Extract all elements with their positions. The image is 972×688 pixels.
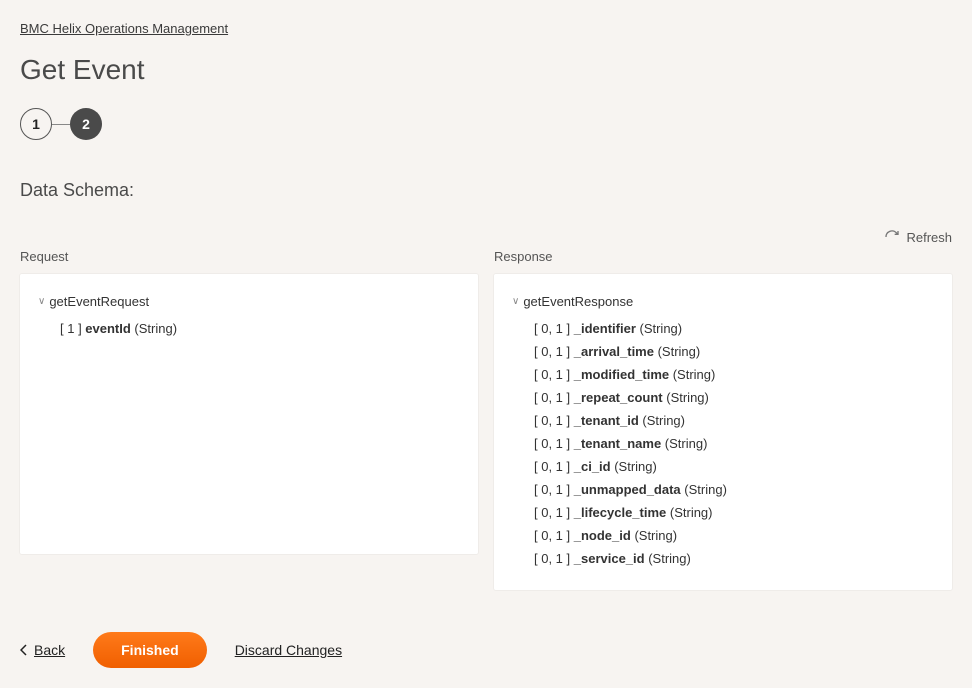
chevron-left-icon: [20, 644, 28, 656]
schema-field: [ 0, 1 ] _tenant_id (String): [534, 409, 934, 432]
field-type: (String): [663, 390, 709, 405]
chevron-down-icon[interactable]: ∨: [38, 296, 45, 307]
refresh-label: Refresh: [906, 230, 952, 245]
breadcrumb[interactable]: BMC Helix Operations Management: [20, 21, 228, 36]
section-title: Data Schema:: [20, 180, 952, 201]
field-name: _modified_time: [574, 367, 669, 382]
field-type: (String): [661, 436, 707, 451]
field-type: (String): [666, 505, 712, 520]
field-cardinality: [ 1 ]: [60, 321, 85, 336]
back-label: Back: [34, 642, 65, 658]
request-box: ∨ getEventRequest [ 1 ] eventId (String): [20, 274, 478, 554]
field-cardinality: [ 0, 1 ]: [534, 459, 574, 474]
refresh-button[interactable]: Refresh: [884, 229, 952, 245]
schema-field: [ 0, 1 ] _arrival_time (String): [534, 340, 934, 363]
field-name: eventId: [85, 321, 131, 336]
schema-field: [ 0, 1 ] _service_id (String): [534, 547, 934, 570]
field-cardinality: [ 0, 1 ]: [534, 413, 574, 428]
field-type: (String): [681, 482, 727, 497]
field-type: (String): [631, 528, 677, 543]
field-type: (String): [636, 321, 682, 336]
field-name: _tenant_name: [574, 436, 661, 451]
response-column: Response ∨ getEventResponse [ 0, 1 ] _id…: [494, 249, 952, 590]
schema-field: [ 0, 1 ] _repeat_count (String): [534, 386, 934, 409]
footer: Back Finished Discard Changes: [20, 632, 952, 668]
schema-field: [ 0, 1 ] _identifier (String): [534, 317, 934, 340]
field-type: (String): [645, 551, 691, 566]
field-cardinality: [ 0, 1 ]: [534, 551, 574, 566]
field-name: _tenant_id: [574, 413, 639, 428]
response-box: ∨ getEventResponse [ 0, 1 ] _identifier …: [494, 274, 952, 590]
step-1[interactable]: 1: [20, 108, 52, 140]
request-root-name: getEventRequest: [49, 294, 149, 309]
field-name: _node_id: [574, 528, 631, 543]
field-cardinality: [ 0, 1 ]: [534, 528, 574, 543]
response-root-name: getEventResponse: [523, 294, 633, 309]
field-type: (String): [639, 413, 685, 428]
field-cardinality: [ 0, 1 ]: [534, 505, 574, 520]
chevron-down-icon[interactable]: ∨: [512, 296, 519, 307]
finished-button[interactable]: Finished: [93, 632, 207, 668]
response-root[interactable]: ∨ getEventResponse: [512, 294, 934, 309]
field-name: _lifecycle_time: [574, 505, 667, 520]
request-label: Request: [20, 249, 478, 264]
field-cardinality: [ 0, 1 ]: [534, 436, 574, 451]
discard-changes-link[interactable]: Discard Changes: [235, 642, 342, 658]
response-label: Response: [494, 249, 952, 264]
schema-field: [ 0, 1 ] _unmapped_data (String): [534, 478, 934, 501]
schema-field: [ 0, 1 ] _modified_time (String): [534, 363, 934, 386]
field-name: _service_id: [574, 551, 645, 566]
field-name: _repeat_count: [574, 390, 663, 405]
refresh-icon: [884, 229, 900, 245]
field-cardinality: [ 0, 1 ]: [534, 482, 574, 497]
page-title: Get Event: [20, 54, 952, 86]
field-type: (String): [654, 344, 700, 359]
field-type: (String): [669, 367, 715, 382]
response-fields: [ 0, 1 ] _identifier (String)[ 0, 1 ] _a…: [534, 317, 934, 570]
schema-field: [ 0, 1 ] _lifecycle_time (String): [534, 501, 934, 524]
field-name: _identifier: [574, 321, 636, 336]
back-button[interactable]: Back: [20, 642, 65, 658]
request-column: Request ∨ getEventRequest [ 1 ] eventId …: [20, 249, 478, 590]
field-type: (String): [131, 321, 177, 336]
step-connector: [52, 124, 70, 125]
wizard-stepper: 1 2: [20, 108, 952, 140]
field-cardinality: [ 0, 1 ]: [534, 390, 574, 405]
field-cardinality: [ 0, 1 ]: [534, 344, 574, 359]
field-type: (String): [611, 459, 657, 474]
field-cardinality: [ 0, 1 ]: [534, 321, 574, 336]
schema-field: [ 0, 1 ] _node_id (String): [534, 524, 934, 547]
step-2[interactable]: 2: [70, 108, 102, 140]
field-name: _arrival_time: [574, 344, 654, 359]
field-name: _ci_id: [574, 459, 611, 474]
field-cardinality: [ 0, 1 ]: [534, 367, 574, 382]
field-name: _unmapped_data: [574, 482, 681, 497]
schema-field: [ 1 ] eventId (String): [60, 317, 460, 340]
request-root[interactable]: ∨ getEventRequest: [38, 294, 460, 309]
schema-field: [ 0, 1 ] _tenant_name (String): [534, 432, 934, 455]
schema-field: [ 0, 1 ] _ci_id (String): [534, 455, 934, 478]
request-fields: [ 1 ] eventId (String): [60, 317, 460, 340]
